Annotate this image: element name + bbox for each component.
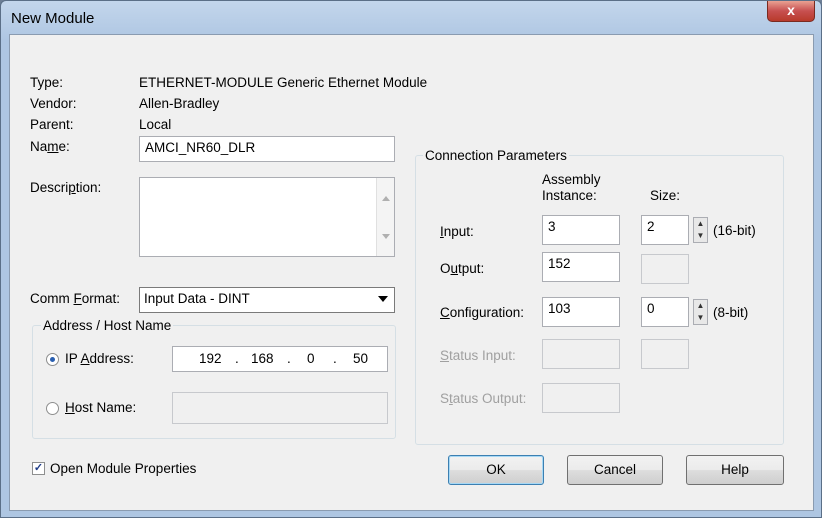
description-label: Description: xyxy=(30,180,102,195)
description-field[interactable] xyxy=(139,177,395,257)
ip-octet-3: 0 xyxy=(307,351,315,366)
configuration-size-unit: (8-bit) xyxy=(713,305,749,320)
ip-dot: . xyxy=(287,351,291,366)
configuration-instance-field[interactable]: 103 xyxy=(542,297,620,327)
spin-up-icon[interactable]: ▲ xyxy=(694,300,707,312)
scroll-down-icon[interactable] xyxy=(382,234,390,239)
help-button[interactable]: Help xyxy=(686,455,784,485)
type-label: Type: xyxy=(30,75,64,90)
open-module-properties-checkbox[interactable]: ✓ xyxy=(32,462,45,475)
chevron-down-icon xyxy=(378,296,388,302)
comm-format-dropdown[interactable]: Input Data - DINT xyxy=(139,287,395,313)
status-output-label: Status Output: xyxy=(440,391,527,406)
comm-format-value: Input Data - DINT xyxy=(144,291,250,306)
type-value: ETHERNET-MODULE Generic Ethernet Module xyxy=(139,75,428,90)
input-size-unit: (16-bit) xyxy=(713,223,756,238)
ip-address-label: IP Address: xyxy=(65,351,134,366)
ip-octet-4: 50 xyxy=(353,351,369,366)
parent-label: Parent: xyxy=(30,117,74,132)
window-title: New Module xyxy=(11,10,95,27)
host-name-field[interactable] xyxy=(172,392,388,424)
comm-format-label: Comm Format: xyxy=(30,291,121,306)
title-bar[interactable]: New Module x xyxy=(1,1,821,35)
name-field[interactable]: AMCI_NR60_DLR xyxy=(139,136,395,162)
close-icon[interactable]: x xyxy=(767,1,815,22)
parent-value: Local xyxy=(139,117,172,132)
ip-dot: . xyxy=(235,351,239,366)
host-name-label: Host Name: xyxy=(65,400,137,415)
size-header: Size: xyxy=(650,188,681,203)
configuration-label: Configuration: xyxy=(440,305,525,320)
status-input-label: Status Input: xyxy=(440,348,516,363)
status-output-field[interactable] xyxy=(542,383,620,413)
address-group-label: Address / Host Name xyxy=(41,318,174,333)
output-label: Output: xyxy=(440,261,485,276)
name-label: Name: xyxy=(30,139,70,154)
spin-up-icon[interactable]: ▲ xyxy=(694,218,707,230)
input-size-field[interactable]: 2 xyxy=(641,215,689,245)
ip-address-radio[interactable] xyxy=(46,353,59,366)
new-module-window: New Module x Type: ETHERNET-MODULE Gener… xyxy=(0,0,822,518)
input-instance-field[interactable]: 3 xyxy=(542,215,620,245)
assembly-header: Assembly xyxy=(542,172,601,187)
input-size-spinner[interactable]: ▲ ▼ xyxy=(693,217,708,243)
ip-octet-1: 192 xyxy=(199,351,222,366)
ip-dot: . xyxy=(333,351,337,366)
status-input-size-field[interactable] xyxy=(641,339,689,369)
configuration-size-field[interactable]: 0 xyxy=(641,297,689,327)
host-name-radio[interactable] xyxy=(46,402,59,415)
spin-down-icon[interactable]: ▼ xyxy=(694,230,707,242)
description-scrollbar[interactable] xyxy=(376,178,394,256)
output-instance-field[interactable]: 152 xyxy=(542,252,620,282)
status-input-field[interactable] xyxy=(542,339,620,369)
configuration-size-spinner[interactable]: ▲ ▼ xyxy=(693,299,708,325)
instance-header: Instance: xyxy=(542,188,597,203)
connection-parameters-label: Connection Parameters xyxy=(423,148,569,163)
vendor-label: Vendor: xyxy=(30,96,77,111)
spin-down-icon[interactable]: ▼ xyxy=(694,312,707,324)
cancel-button[interactable]: Cancel xyxy=(567,455,663,485)
open-module-properties-label: Open Module Properties xyxy=(50,461,197,476)
ip-address-field[interactable]: 192 . 168 . 0 . 50 xyxy=(172,346,388,372)
ip-octet-2: 168 xyxy=(251,351,274,366)
dialog-body: Type: ETHERNET-MODULE Generic Ethernet M… xyxy=(9,34,814,511)
input-label: Input: xyxy=(440,224,474,239)
vendor-value: Allen-Bradley xyxy=(139,96,220,111)
scroll-up-icon[interactable] xyxy=(382,196,390,201)
ok-button[interactable]: OK xyxy=(448,455,544,485)
output-size-field[interactable] xyxy=(641,254,689,284)
